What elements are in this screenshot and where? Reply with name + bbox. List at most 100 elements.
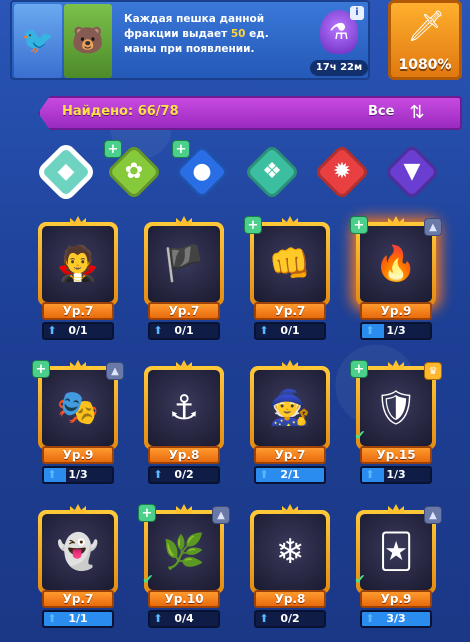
power-button[interactable]: 🗡 1080% bbox=[388, 0, 462, 80]
hero-progress-text: 0/1 bbox=[174, 324, 194, 337]
timer-label: 17ч 22м bbox=[310, 60, 368, 76]
hero-progress-text: 0/2 bbox=[280, 612, 300, 625]
plus-icon: + bbox=[138, 504, 156, 522]
plus-icon: + bbox=[244, 216, 262, 234]
hero-card[interactable]: 👻 Ур.7 ⬆ 1/1 bbox=[38, 504, 118, 630]
hero-card[interactable]: 👊 Ур.7 ⬆ 0/1 + bbox=[244, 216, 330, 342]
hero-card[interactable]: ❄ Ур.8 ⬆ 0/2 bbox=[250, 504, 330, 630]
faction-bonus-text: Каждая пешка данной фракции выдает 50 ед… bbox=[124, 13, 269, 55]
hero-progress-bar: ⬆ 1/3 bbox=[42, 466, 114, 484]
plus-icon: + bbox=[32, 360, 50, 378]
hero-card[interactable]: 🏴 Ур.7 ⬆ 0/1 bbox=[144, 216, 224, 342]
hero-progress-bar: ⬆ 1/1 bbox=[42, 610, 114, 628]
rank-badge-icon: ▲ bbox=[212, 506, 230, 524]
hero-progress-bar: ⬆ 0/4 bbox=[148, 610, 220, 628]
hero-level: Ур.15 bbox=[360, 446, 432, 464]
sort-label[interactable]: Все bbox=[368, 104, 394, 119]
witch-icon: 🧙 bbox=[254, 370, 326, 446]
bat-faction-icon: ▼ bbox=[403, 159, 421, 184]
faction-filter-nature-faction[interactable]: ✿ + bbox=[104, 140, 163, 201]
ghost-girl-icon: 👻 bbox=[42, 514, 114, 590]
hero-progress-bar: ⬆ 0/1 bbox=[254, 322, 326, 340]
lightbulb-faction-icon: ✹ bbox=[332, 159, 352, 184]
crown-badge-icon: ♛ bbox=[424, 362, 442, 380]
dryad-icon: 🌿 bbox=[148, 514, 220, 590]
hero-progress-text: 0/1 bbox=[280, 324, 300, 337]
ice-knight-icon: ❄ bbox=[254, 514, 326, 590]
hero-progress-bar: ⬆ 0/2 bbox=[148, 466, 220, 484]
fire-warrior-icon: 🔥 bbox=[360, 226, 432, 302]
hero-progress-bar: ⬆ 2/1 bbox=[254, 466, 326, 484]
plus-icon: + bbox=[104, 140, 122, 158]
hero-progress-text: 1/3 bbox=[386, 324, 406, 337]
faction-filter-bat-faction[interactable]: ▼ bbox=[383, 143, 441, 201]
hero-progress-text: 1/1 bbox=[68, 612, 88, 625]
hero-progress-text: 1/3 bbox=[68, 468, 88, 481]
hero-card[interactable]: 🔥 Ур.9 ⬆ 1/3 + ▲ bbox=[350, 216, 442, 342]
faction-filter-wings-faction[interactable]: ❖ bbox=[243, 143, 301, 201]
hero-level: Ур.7 bbox=[42, 590, 114, 608]
hero-card[interactable]: ⚓ Ур.8 ⬆ 0/2 bbox=[144, 360, 224, 486]
hero-card[interactable]: 🎭 Ур.9 ⬆ 1/3 + ▲ bbox=[32, 360, 124, 486]
hero-frame: ⚓ bbox=[144, 366, 224, 450]
hero-progress-bar: ⬆ 1/3 bbox=[360, 466, 432, 484]
pirate-girl-icon: ⚓ bbox=[148, 370, 220, 446]
hero-level: Ур.7 bbox=[42, 302, 114, 320]
found-count: Найдено: 66/78 bbox=[62, 104, 179, 119]
hero-level: Ур.7 bbox=[254, 446, 326, 464]
faction-filter-all-factions[interactable]: ◆ bbox=[37, 143, 95, 201]
hero-level: Ур.10 bbox=[148, 590, 220, 608]
check-icon: ✔ bbox=[142, 572, 154, 588]
hero-progress-text: 0/1 bbox=[68, 324, 88, 337]
all-factions-icon: ◆ bbox=[57, 159, 75, 184]
hero-card[interactable]: 🧛 Ур.7 ⬆ 0/1 bbox=[38, 216, 118, 342]
hero-level: Ур.7 bbox=[148, 302, 220, 320]
hero-frame: 🧙 bbox=[250, 366, 330, 450]
bear-icon: 🐻 bbox=[64, 4, 112, 78]
sword-icon: 🗡 bbox=[407, 9, 446, 44]
hero-progress-text: 1/3 bbox=[386, 468, 406, 481]
hero-progress-text: 2/1 bbox=[280, 468, 300, 481]
hero-progress-text: 0/4 bbox=[174, 612, 194, 625]
faction-filter-eight-ball-faction[interactable]: ● + bbox=[172, 140, 231, 201]
hero-level: Ур.7 bbox=[254, 302, 326, 320]
hero-card[interactable]: 🛡 Ур.15 ⬆ 1/3 + ♛ ✔ bbox=[350, 360, 442, 486]
hero-progress-bar: ⬆ 0/1 bbox=[148, 322, 220, 340]
rank-badge-icon: ▲ bbox=[106, 362, 124, 380]
plus-icon: + bbox=[350, 216, 368, 234]
check-icon: ✔ bbox=[354, 428, 366, 444]
hero-frame: ❄ bbox=[250, 510, 330, 594]
rank-badge-icon: ▲ bbox=[424, 506, 442, 524]
hero-frame: 👻 bbox=[38, 510, 118, 594]
hero-progress-bar: ⬆ 1/3 bbox=[360, 322, 432, 340]
info-icon[interactable]: i bbox=[350, 6, 364, 20]
brawler-icon: 👊 bbox=[254, 226, 326, 302]
hero-frame: 🏴 bbox=[144, 222, 224, 306]
hero-frame: 🧛 bbox=[38, 222, 118, 306]
rank-badge-icon: ▲ bbox=[424, 218, 442, 236]
jester-mage-icon: 🎭 bbox=[42, 370, 114, 446]
hero-progress-bar: ⬆ 0/1 bbox=[42, 322, 114, 340]
faction-info-banner[interactable]: 🐦 🐻 Каждая пешка данной фракции выдает 5… bbox=[10, 0, 370, 80]
hero-frame: 👊 bbox=[250, 222, 330, 306]
plus-icon: + bbox=[350, 360, 368, 378]
hero-card[interactable]: 🌿 Ур.10 ⬆ 0/4 + ▲ ✔ bbox=[138, 504, 230, 630]
vampire-icon: 🧛 bbox=[42, 226, 114, 302]
sort-arrows-icon[interactable]: ⇅ bbox=[404, 100, 430, 126]
power-value: 1080% bbox=[398, 57, 452, 73]
armored-knight-icon: 🛡 bbox=[360, 370, 432, 446]
plus-icon: + bbox=[172, 140, 190, 158]
hero-level: Ур.9 bbox=[360, 590, 432, 608]
hero-progress-text: 3/3 bbox=[386, 612, 406, 625]
dragon-bird-icon: 🐦 bbox=[14, 4, 62, 78]
hero-level: Ур.8 bbox=[148, 446, 220, 464]
wings-faction-icon: ❖ bbox=[262, 159, 282, 184]
hero-card[interactable]: 🧙 Ур.7 ⬆ 2/1 bbox=[250, 360, 330, 486]
hero-progress-text: 0/2 bbox=[174, 468, 194, 481]
hero-level: Ур.9 bbox=[42, 446, 114, 464]
faction-filter-lightbulb-faction[interactable]: ✹ bbox=[313, 143, 371, 201]
hero-progress-bar: ⬆ 0/2 bbox=[254, 610, 326, 628]
check-icon: ✔ bbox=[354, 572, 366, 588]
hero-card[interactable]: 🃏 Ур.9 ⬆ 3/3 ▲ ✔ bbox=[354, 504, 442, 630]
hero-progress-bar: ⬆ 3/3 bbox=[360, 610, 432, 628]
